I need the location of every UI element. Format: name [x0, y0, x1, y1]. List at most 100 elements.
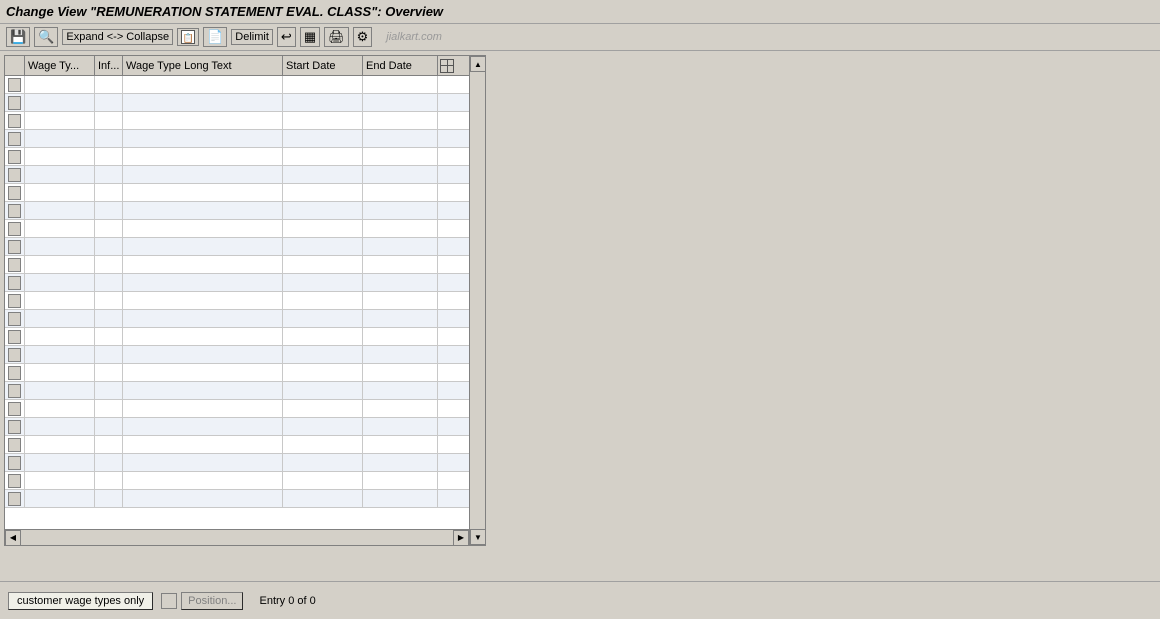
row-wage-type: [25, 292, 95, 309]
row-selector-cell[interactable]: [5, 238, 25, 255]
row-selector[interactable]: [8, 384, 21, 398]
row-selector-cell[interactable]: [5, 148, 25, 165]
row-selector-cell[interactable]: [5, 472, 25, 489]
expand-collapse-button[interactable]: Expand <-> Collapse: [62, 29, 173, 45]
row-selector[interactable]: [8, 294, 21, 308]
watermark: jialkart.com: [386, 31, 442, 43]
table-row: [5, 310, 469, 328]
scroll-left-btn[interactable]: ◀: [5, 530, 21, 546]
delimit-button[interactable]: Delimit: [231, 29, 273, 45]
row-end-date: [363, 490, 438, 507]
row-selector[interactable]: [8, 150, 21, 164]
row-end-date: [363, 76, 438, 93]
entry-info: Entry 0 of 0: [259, 595, 315, 607]
toolbar-copy-btn[interactable]: 📋: [177, 28, 199, 46]
row-info: [95, 472, 123, 489]
row-selector-cell[interactable]: [5, 292, 25, 309]
row-selector[interactable]: [8, 276, 21, 290]
row-selector[interactable]: [8, 258, 21, 272]
row-selector[interactable]: [8, 366, 21, 380]
save-icon: 💾: [10, 29, 26, 45]
row-selector-cell[interactable]: [5, 94, 25, 111]
position-button[interactable]: Position...: [181, 592, 243, 610]
table-row: [5, 76, 469, 94]
row-selector-cell[interactable]: [5, 310, 25, 327]
row-selector[interactable]: [8, 456, 21, 470]
row-selector-cell[interactable]: [5, 76, 25, 93]
row-wage-type: [25, 76, 95, 93]
row-selector[interactable]: [8, 492, 21, 506]
row-long-text: [123, 220, 283, 237]
row-selector[interactable]: [8, 204, 21, 218]
row-wage-type: [25, 400, 95, 417]
toolbar-undo-btn[interactable]: ↩: [277, 27, 296, 47]
row-selector-cell[interactable]: [5, 274, 25, 291]
row-long-text: [123, 310, 283, 327]
toolbar: 💾 🔍 Expand <-> Collapse 📋 📄 Delimit ↩ ▦ …: [0, 24, 1160, 51]
row-selector-cell[interactable]: [5, 346, 25, 363]
row-selector[interactable]: [8, 402, 21, 416]
customer-wage-types-button[interactable]: customer wage types only: [8, 592, 153, 610]
row-selector[interactable]: [8, 78, 21, 92]
row-selector-cell[interactable]: [5, 382, 25, 399]
row-info: [95, 346, 123, 363]
row-selector[interactable]: [8, 420, 21, 434]
row-selector[interactable]: [8, 312, 21, 326]
scroll-down-btn[interactable]: ▼: [470, 529, 486, 545]
toolbar-settings-btn[interactable]: ⚙: [353, 27, 373, 47]
row-selector[interactable]: [8, 222, 21, 236]
row-long-text: [123, 490, 283, 507]
row-selector-cell[interactable]: [5, 364, 25, 381]
toolbar-btn-1[interactable]: 💾: [6, 27, 30, 47]
row-start-date: [283, 202, 363, 219]
row-start-date: [283, 94, 363, 111]
row-selector[interactable]: [8, 240, 21, 254]
table-row: [5, 400, 469, 418]
row-selector-cell[interactable]: [5, 454, 25, 471]
row-selector-cell[interactable]: [5, 418, 25, 435]
row-selector-cell[interactable]: [5, 202, 25, 219]
row-selector-cell[interactable]: [5, 490, 25, 507]
row-selector-cell[interactable]: [5, 166, 25, 183]
row-selector-cell[interactable]: [5, 436, 25, 453]
scroll-right-btn[interactable]: ▶: [453, 530, 469, 546]
col-wage-type-header: Wage Ty...: [25, 56, 95, 75]
copy-icon: 📋: [181, 30, 195, 44]
v-scroll-track[interactable]: [470, 72, 485, 529]
row-long-text: [123, 400, 283, 417]
row-selector-cell[interactable]: [5, 328, 25, 345]
toolbar-btn-2[interactable]: 🔍: [34, 27, 58, 47]
row-start-date: [283, 220, 363, 237]
row-selector[interactable]: [8, 438, 21, 452]
row-selector[interactable]: [8, 168, 21, 182]
table-row: [5, 436, 469, 454]
table-row: [5, 202, 469, 220]
row-selector[interactable]: [8, 132, 21, 146]
row-selector[interactable]: [8, 348, 21, 362]
row-selector[interactable]: [8, 96, 21, 110]
toolbar-filter-btn[interactable]: ▦: [300, 27, 320, 47]
row-end-date: [363, 364, 438, 381]
row-selector-cell[interactable]: [5, 400, 25, 417]
row-end-date: [363, 418, 438, 435]
col-settings-header[interactable]: [438, 56, 460, 75]
row-selector-cell[interactable]: [5, 184, 25, 201]
row-selector-cell[interactable]: [5, 112, 25, 129]
table-row: [5, 130, 469, 148]
row-wage-type: [25, 382, 95, 399]
toolbar-paste-btn[interactable]: 📄: [203, 27, 227, 47]
row-end-date: [363, 400, 438, 417]
row-selector[interactable]: [8, 186, 21, 200]
row-selector-cell[interactable]: [5, 256, 25, 273]
toolbar-print-btn[interactable]: 🖨: [324, 27, 349, 47]
row-selector-cell[interactable]: [5, 220, 25, 237]
row-selector[interactable]: [8, 474, 21, 488]
table-inner: Wage Ty... Inf... Wage Type Long Text St…: [5, 56, 469, 545]
row-wage-type: [25, 238, 95, 255]
row-selector[interactable]: [8, 114, 21, 128]
find-icon: 🔍: [38, 29, 54, 45]
scroll-up-btn[interactable]: ▲: [470, 56, 486, 72]
row-selector[interactable]: [8, 330, 21, 344]
row-selector-cell[interactable]: [5, 130, 25, 147]
row-info: [95, 220, 123, 237]
